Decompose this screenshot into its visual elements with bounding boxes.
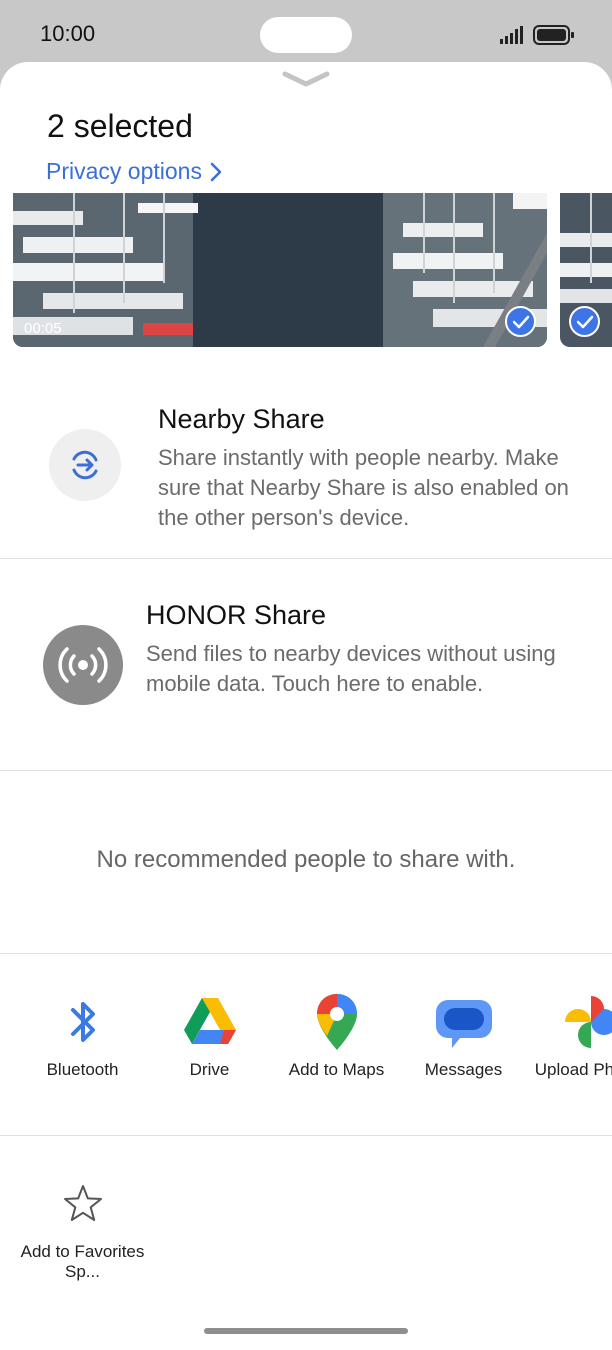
app-label: Drive <box>189 1060 230 1079</box>
nearby-share-description: Share instantly with people nearby. Make… <box>158 445 569 530</box>
nearby-share-title: Nearby Share <box>158 404 325 434</box>
app-messages[interactable]: Messages <box>400 992 527 1080</box>
app-label: Bluetooth <box>46 1060 119 1079</box>
honor-share-title: HONOR Share <box>146 600 327 630</box>
google-photos-icon <box>564 996 612 1048</box>
app-label: Add to Maps <box>288 1060 385 1079</box>
divider <box>0 953 612 954</box>
share-screen: 10:00 2 selected Privacy options 00:05 N… <box>0 0 612 1350</box>
google-maps-icon <box>316 994 357 1050</box>
wireless-broadcast-icon <box>43 625 123 705</box>
app-upload-photos[interactable]: Upload Photos <box>527 992 612 1080</box>
app-label: Messages <box>424 1060 503 1079</box>
add-to-favorites-action[interactable]: Add to Favorites Sp... <box>19 1174 146 1282</box>
status-time: 10:00 <box>40 21 96 46</box>
nearby-share-icon <box>49 429 121 501</box>
star-outline-icon <box>63 1185 102 1221</box>
privacy-options-link[interactable]: Privacy options <box>46 158 222 185</box>
divider <box>0 770 612 771</box>
app-label: Upload Photos <box>534 1060 612 1079</box>
collapse-chevron-icon[interactable] <box>281 70 331 90</box>
marina-photo <box>13 193 547 347</box>
signal-icon <box>500 26 523 44</box>
privacy-options-label: Privacy options <box>46 158 202 184</box>
video-duration: 00:05 <box>24 320 62 337</box>
video-thumbnail[interactable]: 00:05 <box>13 193 547 347</box>
home-indicator[interactable] <box>204 1328 408 1334</box>
app-drive[interactable]: Drive <box>146 992 273 1080</box>
chevron-right-icon <box>210 162 222 181</box>
bluetooth-icon <box>70 1002 95 1042</box>
honor-share-description: Send files to nearby devices without usi… <box>146 641 556 696</box>
second-thumbnail[interactable] <box>560 193 612 347</box>
share-sheet: 2 selected Privacy options 00:05 Nearby … <box>0 62 612 1350</box>
selected-check-icon[interactable] <box>569 306 600 337</box>
honor-share-option[interactable]: HONOR Share Send files to nearby devices… <box>0 559 612 770</box>
action-label: Add to Favorites Sp... <box>20 1242 145 1281</box>
battery-icon <box>533 25 574 45</box>
status-bar: 10:00 <box>0 0 612 62</box>
no-people-message: No recommended people to share with. <box>96 846 516 873</box>
divider <box>0 1135 612 1136</box>
nearby-share-option[interactable]: Nearby Share Share instantly with people… <box>0 392 612 558</box>
app-add-to-maps[interactable]: Add to Maps <box>273 992 400 1080</box>
camera-cutout <box>260 17 352 53</box>
app-bluetooth[interactable]: Bluetooth <box>19 992 146 1080</box>
selected-check-icon[interactable] <box>505 306 536 337</box>
google-drive-icon <box>183 998 236 1044</box>
selected-media-strip: 00:05 <box>0 193 612 347</box>
messages-icon <box>435 1000 492 1048</box>
selection-count-title: 2 selected <box>47 108 193 144</box>
